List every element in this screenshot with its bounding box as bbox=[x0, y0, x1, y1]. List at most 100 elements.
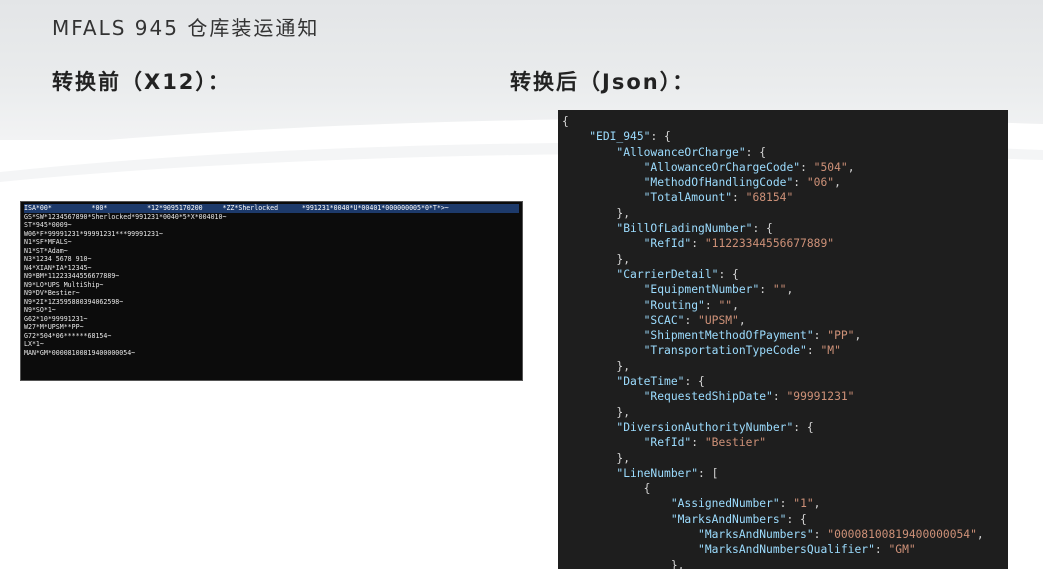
x12-segment-line: ISA*00* *00* *12*9095170200 *ZZ*Sherlock… bbox=[24, 204, 519, 213]
json-line: }, bbox=[562, 451, 1008, 466]
json-line: "RefId": "11223344556677889" bbox=[562, 236, 1008, 251]
json-punct: }, bbox=[670, 558, 685, 569]
json-line: "TransportationTypeCode": "M" bbox=[562, 343, 1008, 358]
json-line: "SCAC": "UPSM", bbox=[562, 313, 1008, 328]
x12-code-panel: ISA*00* *00* *12*9095170200 *ZZ*Sherlock… bbox=[20, 201, 523, 381]
json-punct: }, bbox=[616, 206, 631, 220]
before-label: 转换前（X12）： bbox=[52, 70, 231, 94]
json-value: "00008100819400000054" bbox=[827, 528, 977, 542]
json-line: "CarrierDetail": { bbox=[562, 267, 1008, 282]
json-key: "MarksAndNumbers" bbox=[670, 512, 787, 526]
json-punct: : { bbox=[684, 375, 705, 389]
json-value: "11223344556677889" bbox=[704, 237, 835, 251]
json-punct: , bbox=[834, 176, 841, 190]
x12-segment-line: MAN*GM*00008100819400000054~ bbox=[24, 348, 136, 357]
json-line: }, bbox=[562, 359, 1008, 374]
x12-segment-line: GS*SW*1234567890*Sherlocked*991231*0040*… bbox=[24, 212, 227, 221]
x12-segment-line: N3*1234 5678 910~ bbox=[24, 255, 92, 263]
json-line: "Routing": "", bbox=[562, 298, 1008, 313]
json-punct: : [ bbox=[698, 466, 719, 480]
json-value: "M" bbox=[820, 344, 841, 358]
slide-title: MFALS 945 仓库装运通知 bbox=[52, 16, 320, 40]
x12-segment-line: ST*945*0009~ bbox=[24, 221, 72, 229]
json-value: "06" bbox=[806, 176, 835, 190]
json-line: }, bbox=[562, 558, 1008, 569]
json-key: "TotalAmount" bbox=[643, 191, 733, 205]
json-punct: : { bbox=[793, 420, 814, 434]
json-key: "EquipmentNumber" bbox=[643, 283, 760, 297]
json-key: "AllowanceOrChargeCode" bbox=[643, 160, 801, 174]
json-key: "LineNumber" bbox=[616, 466, 699, 480]
json-value: "GM" bbox=[888, 543, 916, 557]
json-line: "RefId": "Bestier" bbox=[562, 435, 1008, 450]
json-line: "RequestedShipDate": "99991231" bbox=[562, 389, 1008, 404]
json-line: }, bbox=[562, 206, 1008, 221]
x12-segment-line: N9*BM*11223344556677889~ bbox=[24, 272, 120, 280]
json-line: "AssignedNumber": "1", bbox=[562, 496, 1008, 511]
json-punct: : { bbox=[650, 130, 671, 144]
x12-segment-line: W27*M*UPSM**PP~ bbox=[24, 323, 84, 331]
json-line: "MethodOfHandlingCode": "06", bbox=[562, 175, 1008, 190]
after-label: 转换后（Json）： bbox=[510, 70, 696, 94]
json-punct: , bbox=[976, 528, 984, 542]
json-line: "EDI_945": { bbox=[562, 129, 1008, 144]
json-value: "1" bbox=[793, 497, 814, 511]
json-line: "AllowanceOrCharge": { bbox=[562, 145, 1008, 160]
json-line: { bbox=[562, 114, 1008, 129]
json-key: "DateTime" bbox=[616, 375, 685, 389]
json-line: "MarksAndNumbersQualifier": "GM" bbox=[562, 542, 1008, 557]
json-punct: }, bbox=[616, 405, 631, 419]
json-key: "AssignedNumber" bbox=[670, 497, 780, 511]
json-value: "UPSM" bbox=[698, 313, 739, 327]
json-punct: : { bbox=[718, 267, 739, 281]
json-punct: , bbox=[786, 283, 794, 297]
json-key: "RequestedShipDate" bbox=[643, 390, 773, 404]
json-key: "CarrierDetail" bbox=[616, 267, 719, 281]
json-line: }, bbox=[562, 405, 1008, 420]
x12-segment-line: W06*F*99991231*99991231***99991231~ bbox=[24, 229, 163, 238]
json-key: "MarksAndNumbersQualifier" bbox=[698, 543, 875, 557]
json-line: }, bbox=[562, 252, 1008, 267]
json-value: "99991231" bbox=[786, 390, 855, 404]
json-punct: }, bbox=[616, 359, 631, 373]
json-line: { bbox=[562, 481, 1008, 496]
json-key: "ShipmentMethodOfPayment" bbox=[643, 329, 814, 343]
json-code-panel: { "EDI_945": { "AllowanceOrCharge": { "A… bbox=[558, 110, 1008, 569]
json-line: "EquipmentNumber": "", bbox=[562, 282, 1008, 297]
json-punct: , bbox=[847, 160, 855, 174]
x12-segment-line: G62*10*99991231~ bbox=[24, 314, 88, 323]
json-punct: }, bbox=[616, 451, 631, 465]
json-key: "Routing" bbox=[643, 298, 705, 312]
json-key: "DiversionAuthorityNumber" bbox=[616, 420, 794, 434]
x12-segment-line: LX*1~ bbox=[24, 340, 44, 348]
json-key: "MethodOfHandlingCode" bbox=[643, 176, 794, 190]
json-line: "DiversionAuthorityNumber": { bbox=[562, 420, 1008, 435]
json-punct: { bbox=[562, 115, 569, 128]
json-value: "PP" bbox=[827, 329, 855, 343]
json-value: "68154" bbox=[745, 191, 794, 205]
json-key: "RefId" bbox=[643, 237, 692, 251]
x12-segment-line: N9*2I*1Z3595880394062598~ bbox=[24, 297, 124, 306]
json-punct: : { bbox=[786, 512, 807, 526]
json-punct: , bbox=[732, 298, 739, 312]
